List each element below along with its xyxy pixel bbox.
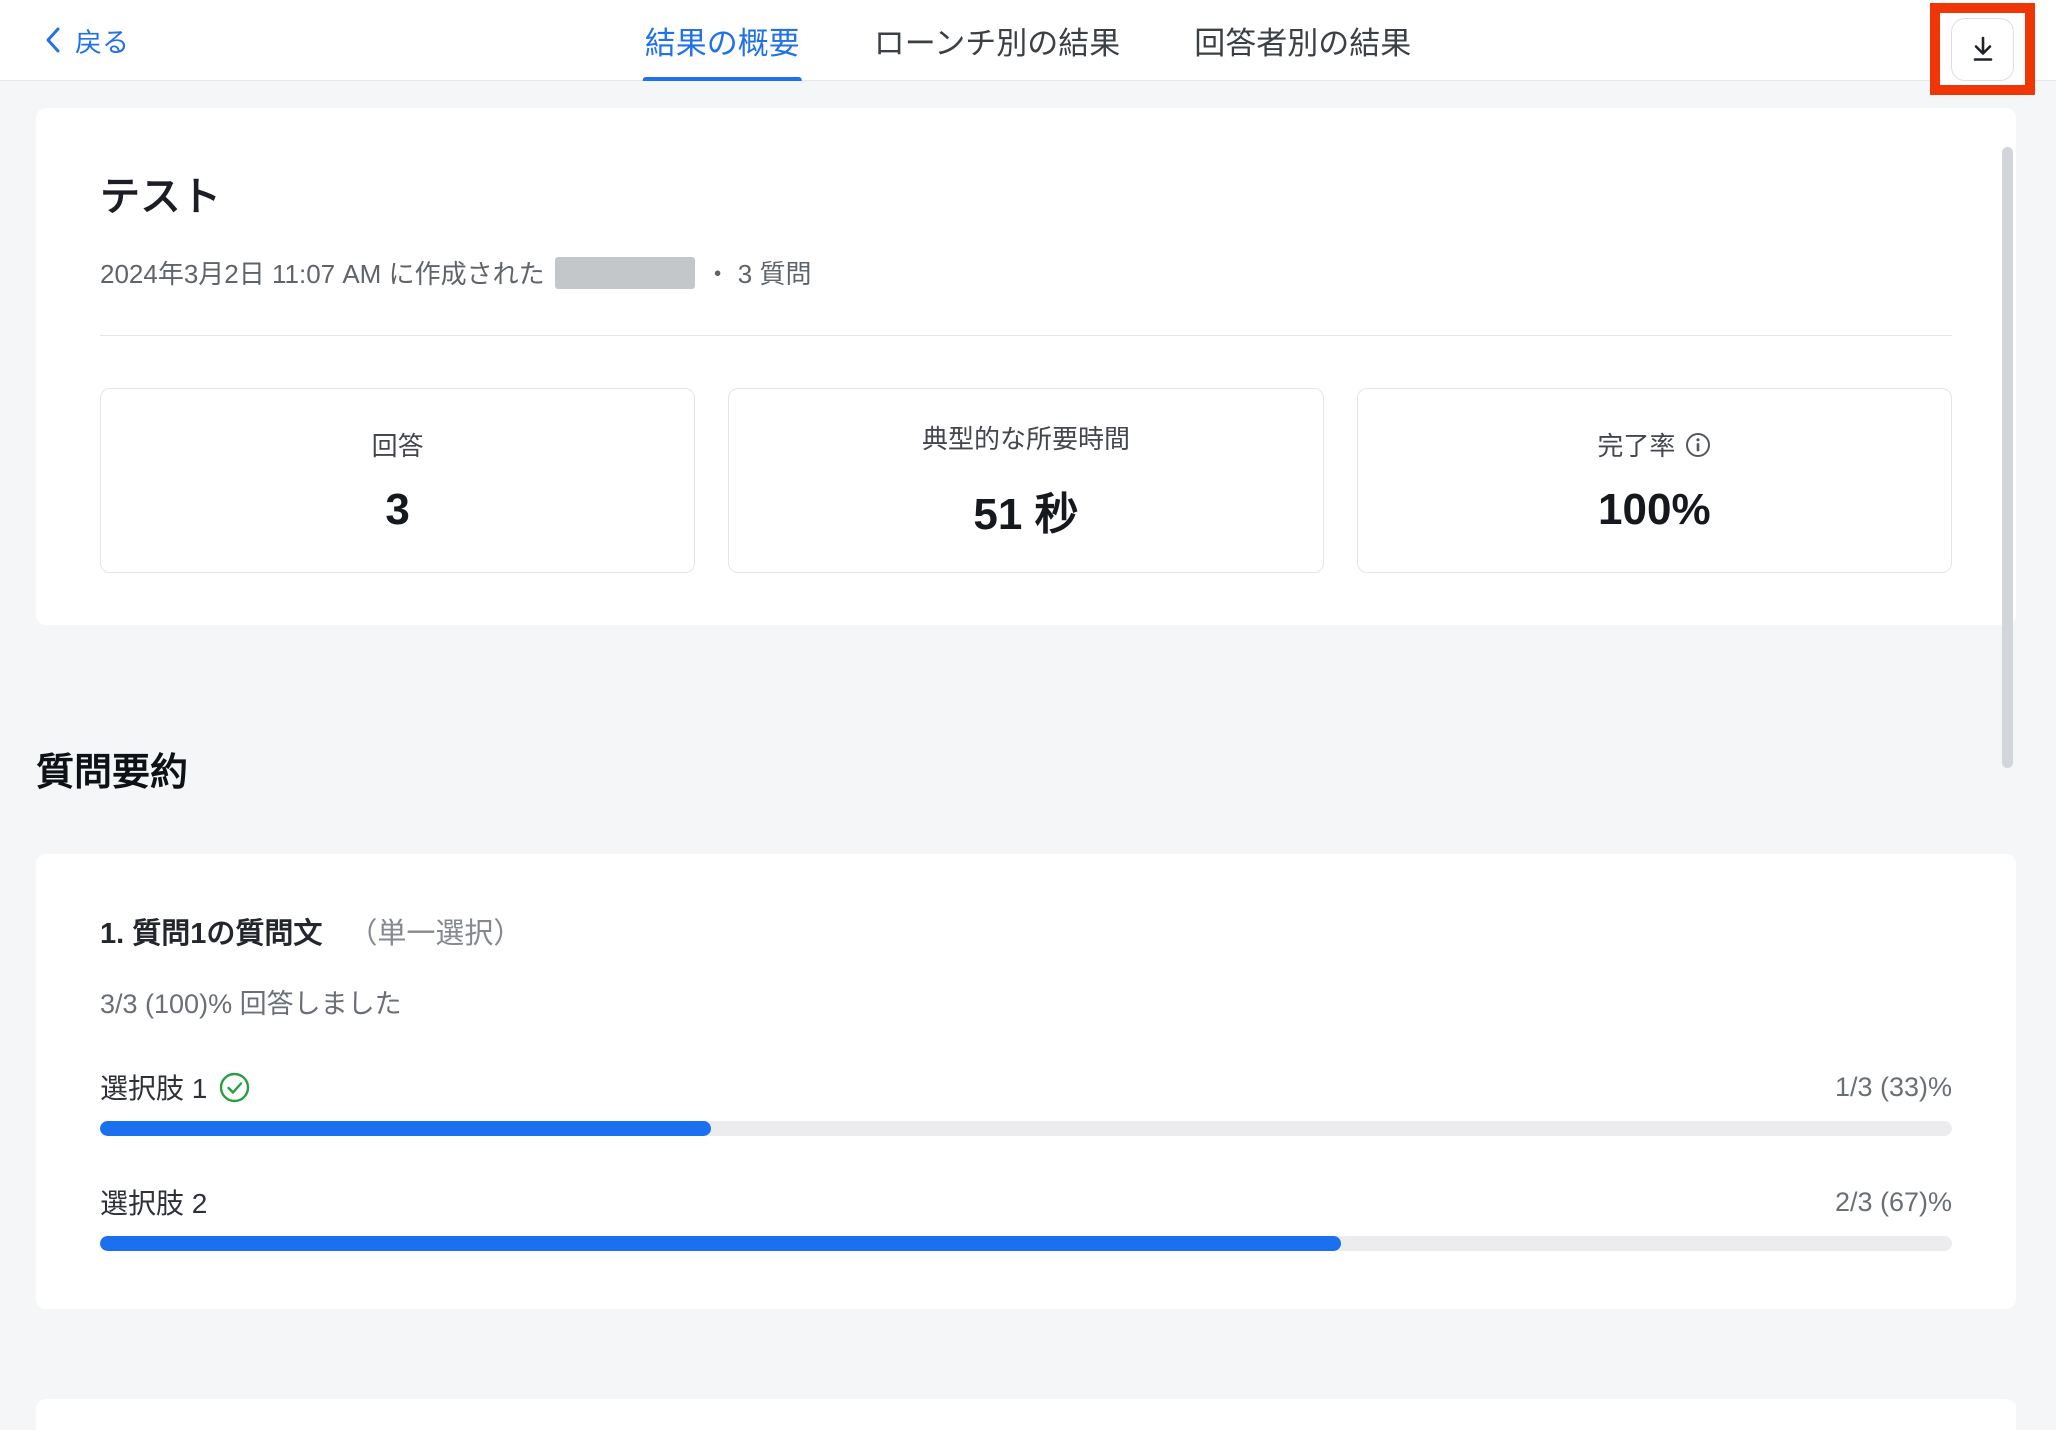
stat-typical-time-value: 51 秒 — [973, 478, 1078, 542]
vertical-scrollbar[interactable] — [2002, 147, 2013, 768]
stat-completion-rate-label: 完了率 — [1597, 426, 1675, 463]
back-button[interactable]: 戻る — [45, 0, 129, 80]
top-bar: 戻る 結果の概要 ローンチ別の結果 回答者別の結果 — [0, 0, 2056, 81]
option-2-label: 選択肢 2 — [100, 1182, 207, 1222]
survey-summary-card: テスト 2024年3月2日 11:07 AM に作成された ・ 3 質問 回答 … — [36, 108, 2016, 625]
option-1-bar-fill — [100, 1121, 711, 1136]
results-overview-page: テスト 2024年3月2日 11:07 AM に作成された ・ 3 質問 回答 … — [0, 81, 2056, 1430]
question-1-answered-count: 3/3 (100)% 回答しました — [100, 982, 1952, 1021]
tab-results-by-launch[interactable]: ローンチ別の結果 — [872, 0, 1122, 81]
stat-responses-label: 回答 — [372, 426, 424, 463]
download-button[interactable] — [1951, 18, 2014, 81]
survey-meta: 2024年3月2日 11:07 AM に作成された ・ 3 質問 — [100, 254, 1952, 291]
question-1-card: 1. 質問1の質問文 （単一選択） 3/3 (100)% 回答しました 選択肢 … — [36, 854, 2016, 1309]
tab-results-overview[interactable]: 結果の概要 — [643, 0, 802, 81]
annotation-highlight-box — [1930, 3, 2035, 95]
results-tabs: 結果の概要 ローンチ別の結果 回答者別の結果 — [643, 0, 1413, 81]
back-label: 戻る — [75, 21, 129, 60]
option-2-bar-fill — [100, 1236, 1341, 1251]
option-1-result: 1/3 (33)% — [1835, 1072, 1952, 1103]
created-date-text: 2024年3月2日 11:07 AM に作成された — [100, 254, 545, 291]
tab-results-by-respondent[interactable]: 回答者別の結果 — [1192, 0, 1413, 81]
stat-completion-rate-value: 100% — [1598, 485, 1711, 535]
stat-typical-time-label: 典型的な所要時間 — [922, 419, 1130, 456]
stat-responses-value: 3 — [385, 485, 409, 535]
correct-answer-check-icon — [219, 1072, 250, 1103]
divider — [100, 335, 1952, 336]
info-icon[interactable] — [1685, 432, 1711, 458]
option-1-bar-track — [100, 1121, 1952, 1136]
stat-typical-time: 典型的な所要時間 51 秒 — [728, 388, 1323, 573]
question-2-card: 2. 質問2の質問文 （複数選択） — [36, 1399, 2016, 1430]
question-1-type: （単一選択） — [348, 910, 522, 952]
question-count-text: ・ 3 質問 — [705, 254, 812, 291]
stat-responses: 回答 3 — [100, 388, 695, 573]
stat-completion-rate: 完了率 100% — [1357, 388, 1952, 573]
option-1-label: 選択肢 1 — [100, 1067, 207, 1107]
question-summary-heading: 質問要約 — [36, 741, 2016, 796]
option-row-2: 選択肢 2 2/3 (67)% — [100, 1182, 1952, 1251]
survey-title: テスト — [100, 164, 1952, 222]
question-1-title: 1. 質問1の質問文 — [100, 910, 322, 952]
download-icon — [1968, 34, 1998, 64]
stats-row: 回答 3 典型的な所要時間 51 秒 完了率 100% — [100, 388, 1952, 573]
redacted-author-name — [555, 257, 695, 289]
option-row-1: 選択肢 1 1/3 (33)% — [100, 1067, 1952, 1136]
option-2-result: 2/3 (67)% — [1835, 1187, 1952, 1218]
option-2-bar-track — [100, 1236, 1952, 1251]
chevron-left-icon — [45, 26, 61, 54]
